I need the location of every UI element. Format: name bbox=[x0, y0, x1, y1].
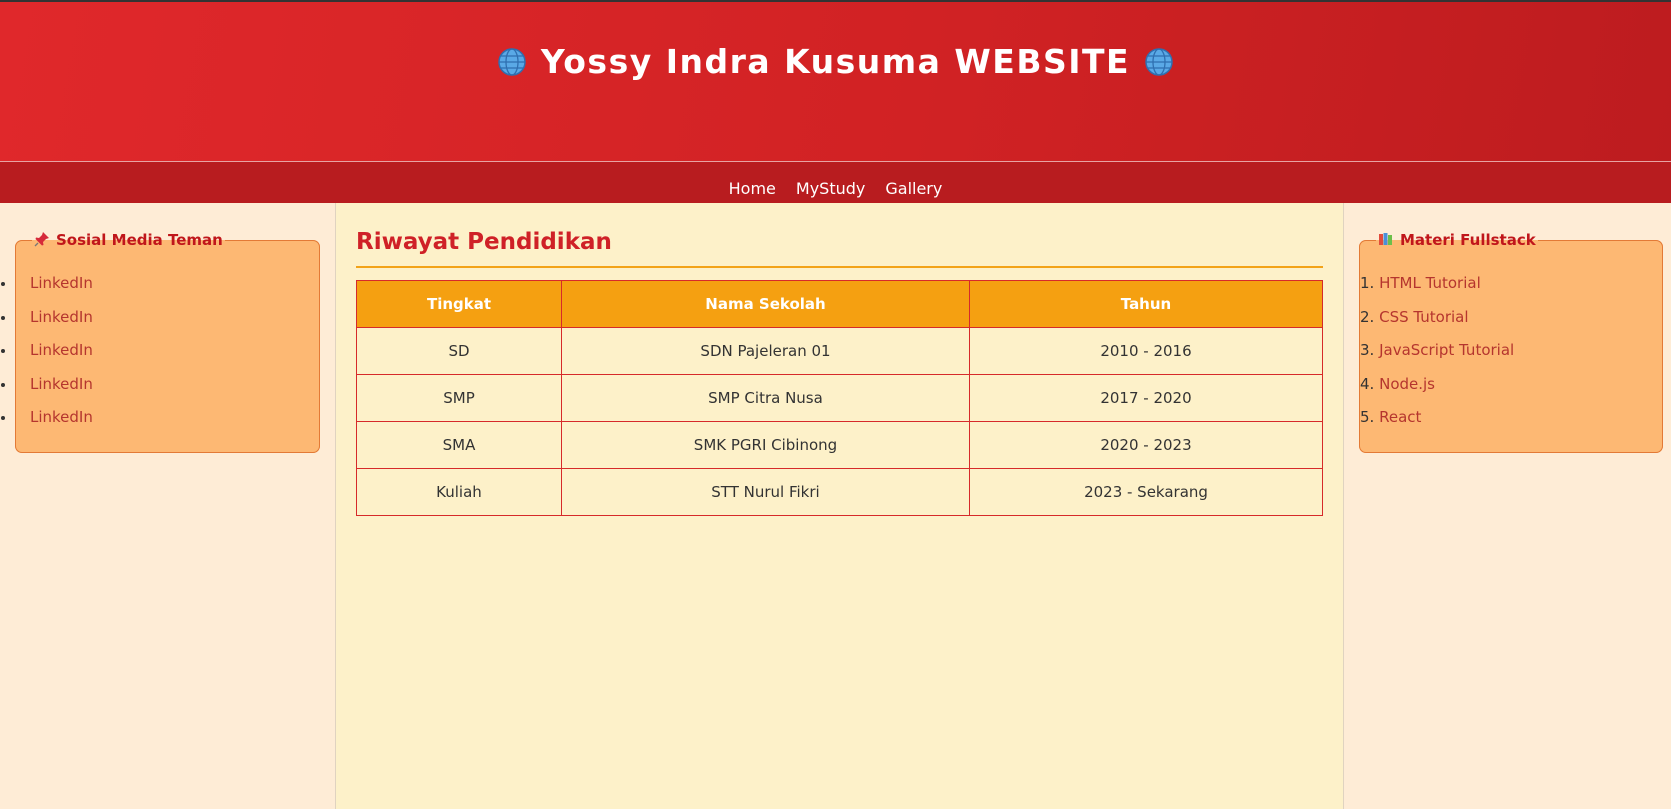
nodejs-link[interactable]: Node.js bbox=[1379, 375, 1435, 393]
column-header-tingkat: Tingkat bbox=[356, 280, 562, 328]
list-item: LinkedIn bbox=[16, 274, 319, 308]
nav-home[interactable]: Home bbox=[729, 179, 776, 198]
social-media-title: Sosial Media Teman bbox=[56, 231, 223, 249]
materi-fullstack-legend: Materi Fullstack bbox=[1376, 231, 1538, 249]
table-row: SMA SMK PGRI Cibinong 2020 - 2023 bbox=[356, 421, 1323, 469]
materi-fullstack-box: Materi Fullstack 1. HTML Tutorial 2. CSS… bbox=[1359, 231, 1663, 453]
list-item: LinkedIn bbox=[16, 375, 319, 409]
list-item: 3. JavaScript Tutorial bbox=[1360, 341, 1662, 375]
materi-list: 1. HTML Tutorial 2. CSS Tutorial 3. Java… bbox=[1360, 274, 1662, 442]
table-row: SMP SMP Citra Nusa 2017 - 2020 bbox=[356, 374, 1323, 422]
list-item: LinkedIn bbox=[16, 341, 319, 375]
nav-gallery[interactable]: Gallery bbox=[885, 179, 942, 198]
nav-mystudy[interactable]: MyStudy bbox=[796, 179, 865, 198]
site-header: Yossy Indra Kusuma WEBSITE bbox=[0, 2, 1671, 162]
react-link[interactable]: React bbox=[1379, 408, 1421, 426]
education-table: Tingkat Nama Sekolah Tahun SD SDN Pajele… bbox=[356, 280, 1323, 516]
cell-tahun: 2010 - 2016 bbox=[969, 327, 1323, 375]
pushpin-icon bbox=[34, 232, 49, 247]
linkedin-link[interactable]: LinkedIn bbox=[30, 408, 93, 426]
list-item: LinkedIn bbox=[16, 308, 319, 342]
list-number: 5. bbox=[1360, 408, 1375, 426]
table-row: SD SDN Pajeleran 01 2010 - 2016 bbox=[356, 327, 1323, 375]
column-header-nama-sekolah: Nama Sekolah bbox=[561, 280, 970, 328]
javascript-tutorial-link[interactable]: JavaScript Tutorial bbox=[1379, 341, 1514, 359]
cell-tingkat: SD bbox=[356, 327, 562, 375]
list-item: LinkedIn bbox=[16, 408, 319, 442]
materi-fullstack-title: Materi Fullstack bbox=[1400, 231, 1536, 249]
main-nav: Home MyStudy Gallery bbox=[0, 162, 1671, 203]
table-header-row: Tingkat Nama Sekolah Tahun bbox=[356, 280, 1323, 328]
cell-nama-sekolah: SMK PGRI Cibinong bbox=[561, 421, 970, 469]
linkedin-link[interactable]: LinkedIn bbox=[30, 375, 93, 393]
globe-icon bbox=[498, 48, 526, 76]
list-item: 1. HTML Tutorial bbox=[1360, 274, 1662, 308]
html-tutorial-link[interactable]: HTML Tutorial bbox=[1379, 274, 1481, 292]
list-number: 1. bbox=[1360, 274, 1375, 292]
cell-tahun: 2023 - Sekarang bbox=[969, 468, 1323, 516]
social-media-box: Sosial Media Teman LinkedIn LinkedIn Lin… bbox=[15, 231, 320, 453]
social-link-list: LinkedIn LinkedIn LinkedIn LinkedIn Link… bbox=[16, 274, 319, 442]
social-media-legend: Sosial Media Teman bbox=[32, 231, 225, 249]
site-title-wrapper: Yossy Indra Kusuma WEBSITE bbox=[0, 42, 1671, 81]
cell-tingkat: SMP bbox=[356, 374, 562, 422]
linkedin-link[interactable]: LinkedIn bbox=[30, 308, 93, 326]
column-header-tahun: Tahun bbox=[969, 280, 1323, 328]
cell-nama-sekolah: STT Nurul Fikri bbox=[561, 468, 970, 516]
globe-icon bbox=[1145, 48, 1173, 76]
linkedin-link[interactable]: LinkedIn bbox=[30, 274, 93, 292]
list-item: 5. React bbox=[1360, 408, 1662, 442]
list-number: 4. bbox=[1360, 374, 1375, 393]
site-title: Yossy Indra Kusuma WEBSITE bbox=[540, 42, 1131, 81]
css-tutorial-link[interactable]: CSS Tutorial bbox=[1379, 308, 1468, 326]
left-sidebar: Sosial Media Teman LinkedIn LinkedIn Lin… bbox=[0, 203, 336, 809]
cell-nama-sekolah: SDN Pajeleran 01 bbox=[561, 327, 970, 375]
section-heading: Riwayat Pendidikan bbox=[356, 229, 1323, 268]
linkedin-link[interactable]: LinkedIn bbox=[30, 341, 93, 359]
main-content: Riwayat Pendidikan Tingkat Nama Sekolah … bbox=[336, 203, 1343, 809]
books-icon bbox=[1379, 233, 1392, 245]
cell-tingkat: Kuliah bbox=[356, 468, 562, 516]
list-number: 3. bbox=[1360, 341, 1375, 359]
page-layout: Sosial Media Teman LinkedIn LinkedIn Lin… bbox=[0, 203, 1671, 809]
table-row: Kuliah STT Nurul Fikri 2023 - Sekarang bbox=[356, 468, 1323, 516]
cell-nama-sekolah: SMP Citra Nusa bbox=[561, 374, 970, 422]
cell-tingkat: SMA bbox=[356, 421, 562, 469]
list-item: 4. Node.js bbox=[1360, 375, 1662, 409]
cell-tahun: 2020 - 2023 bbox=[969, 421, 1323, 469]
list-item: 2. CSS Tutorial bbox=[1360, 308, 1662, 342]
cell-tahun: 2017 - 2020 bbox=[969, 374, 1323, 422]
right-sidebar: Materi Fullstack 1. HTML Tutorial 2. CSS… bbox=[1343, 203, 1671, 809]
list-number: 2. bbox=[1360, 307, 1375, 326]
